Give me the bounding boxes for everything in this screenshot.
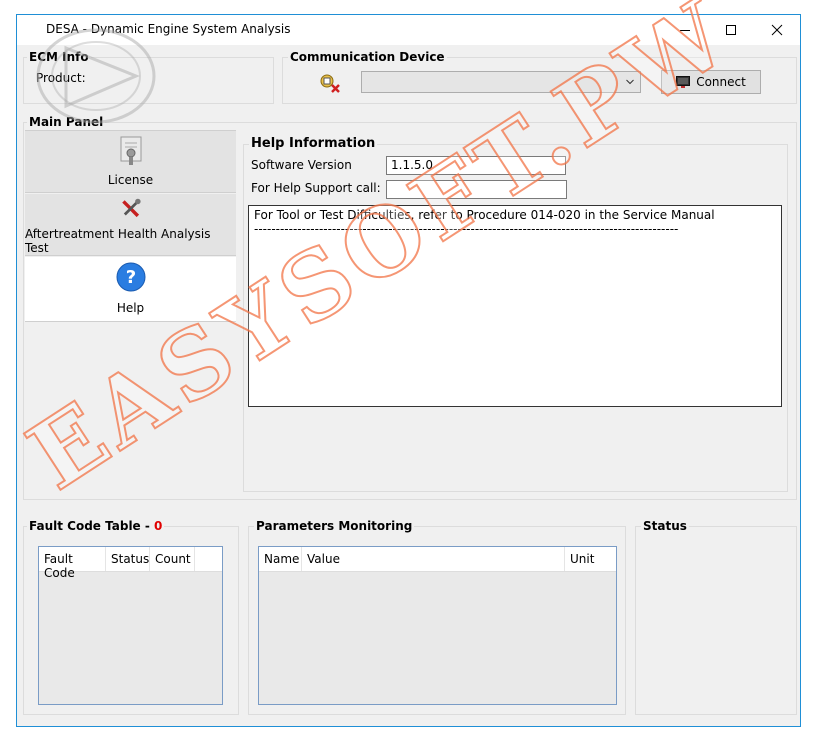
fault-code-grid[interactable]: Fault Code Status Count: [38, 546, 223, 705]
column-name[interactable]: Name: [259, 547, 302, 571]
nav-license-button[interactable]: License: [25, 130, 236, 193]
column-value[interactable]: Value: [302, 547, 565, 571]
software-version-label: Software Version: [251, 158, 352, 172]
nav-help-label: Help: [116, 301, 145, 315]
parameters-grid[interactable]: Name Value Unit: [258, 546, 617, 705]
device-disconnected-icon: [318, 72, 342, 94]
help-info-title: Help Information: [249, 136, 378, 151]
parameters-label: Parameters Monitoring: [254, 519, 415, 533]
fault-code-count: 0: [154, 519, 163, 533]
nav-license-label: License: [107, 173, 154, 187]
column-status[interactable]: Status: [106, 547, 150, 571]
fault-code-grid-header: Fault Code Status Count: [39, 547, 222, 580]
nav-aftertreatment-label: Aftertreatment Health Analysis Test: [25, 227, 211, 255]
column-count[interactable]: Count: [150, 547, 195, 571]
svg-text:?: ?: [125, 267, 135, 288]
column-unit[interactable]: Unit: [565, 547, 616, 571]
license-icon: [120, 136, 141, 165]
close-button[interactable]: [754, 15, 800, 45]
fault-code-label: Fault Code Table - 0: [27, 519, 165, 533]
nav-aftertreatment-button[interactable]: Aftertreatment Health Analysis Test: [25, 194, 236, 256]
communication-label: Communication Device: [288, 50, 447, 64]
parameters-grid-header: Name Value Unit: [259, 547, 616, 572]
status-group: [635, 526, 797, 715]
close-icon: [771, 24, 783, 36]
watermark-logo-icon: [36, 28, 156, 124]
tools-icon: [121, 198, 141, 218]
status-label: Status: [641, 519, 689, 533]
column-fault-code[interactable]: Fault Code: [39, 547, 106, 580]
fault-code-title: Fault Code Table -: [29, 519, 155, 533]
help-icon: ?: [116, 262, 145, 292]
